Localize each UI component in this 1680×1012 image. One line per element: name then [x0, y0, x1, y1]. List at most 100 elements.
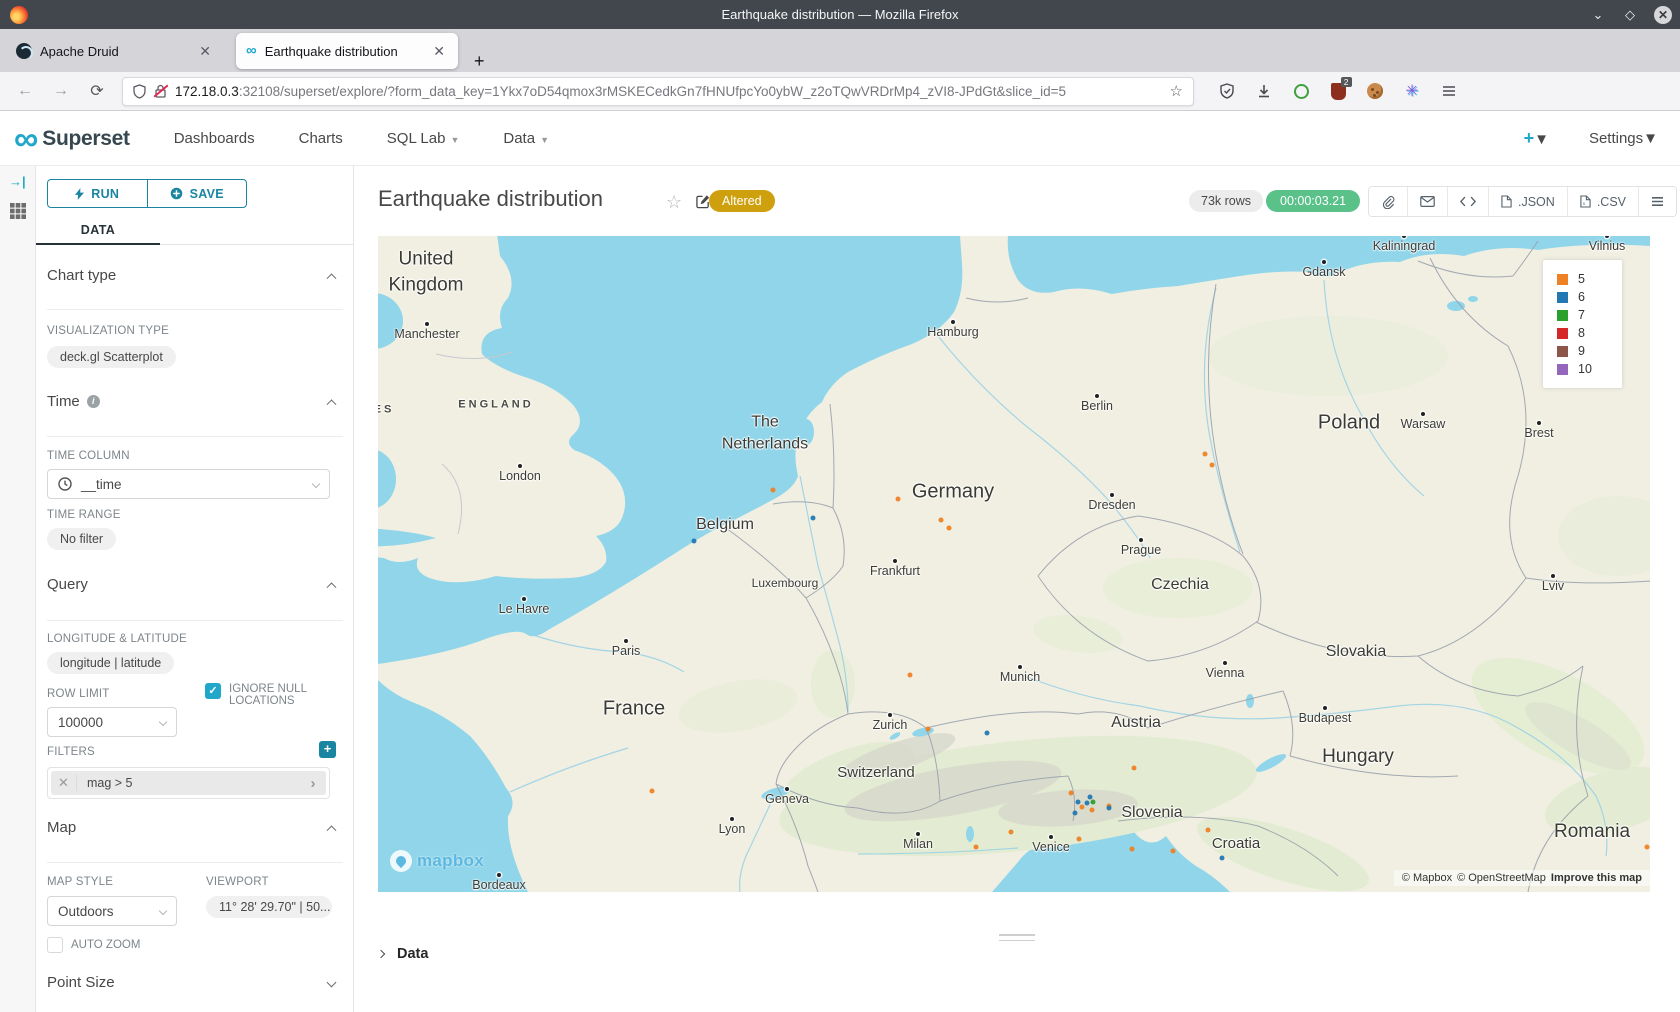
forward-icon[interactable]: → — [50, 82, 72, 100]
data-section-toggle[interactable]: Data — [378, 946, 428, 962]
add-filter-button[interactable]: + — [319, 741, 336, 758]
permalink-button[interactable] — [1369, 187, 1408, 216]
earthquake-point[interactable] — [974, 845, 979, 850]
window-minimize-icon[interactable]: ⌄ — [1590, 7, 1606, 23]
time-column-select[interactable]: __time — [47, 469, 330, 499]
earthquake-point[interactable] — [1091, 800, 1096, 805]
collapse-panel-icon[interactable]: →| — [9, 174, 26, 189]
earthquake-point[interactable] — [1085, 801, 1090, 806]
new-tab-button[interactable]: + — [468, 51, 491, 72]
earthquake-point[interactable] — [1130, 847, 1135, 852]
filter-chip[interactable]: ✕ mag > 5 › — [51, 771, 326, 795]
altered-badge[interactable]: Altered — [709, 190, 775, 212]
superset-logo[interactable]: ∞ Superset — [14, 124, 130, 154]
export-json-button[interactable]: .JSON — [1489, 187, 1568, 216]
earthquake-point[interactable] — [1107, 806, 1112, 811]
save-button[interactable]: SAVE — [147, 180, 247, 207]
filter-expand-icon[interactable]: › — [300, 775, 326, 792]
tab-close-icon[interactable]: ✕ — [196, 43, 214, 60]
earthquake-point[interactable] — [692, 539, 697, 544]
earthquake-point[interactable] — [1210, 463, 1215, 468]
earthquake-point[interactable] — [896, 497, 901, 502]
view-query-button[interactable] — [1448, 187, 1489, 216]
nav-settings[interactable]: Settings▼ — [1589, 130, 1658, 147]
extension-cookie-icon[interactable] — [1366, 82, 1384, 100]
attribution-osm-link[interactable]: © OpenStreetMap — [1457, 872, 1546, 884]
bookmark-star-icon[interactable]: ☆ — [1170, 82, 1183, 100]
favorite-star-icon[interactable]: ☆ — [666, 192, 682, 213]
earthquake-point[interactable] — [1073, 811, 1078, 816]
resize-handle[interactable] — [999, 934, 1035, 945]
deckgl-scatterplot-map[interactable]: United KingdomENGLANDESThe NetherlandsBe… — [378, 236, 1650, 892]
city-dot-icon — [1095, 394, 1099, 398]
earthquake-point[interactable] — [1077, 837, 1082, 842]
earthquake-point[interactable] — [985, 731, 990, 736]
map-style-select[interactable]: Outdoors — [47, 896, 177, 926]
attribution-mapbox-link[interactable]: © Mapbox — [1402, 872, 1452, 884]
menu-hamburger-icon[interactable] — [1440, 82, 1458, 100]
earthquake-point[interactable] — [908, 673, 913, 678]
row-limit-select[interactable]: 100000 — [47, 707, 177, 737]
section-map[interactable]: Map — [47, 819, 343, 836]
ignore-null-checkbox[interactable]: ✓ IGNORE NULL LOCATIONS — [205, 683, 335, 707]
earthquake-point[interactable] — [1206, 828, 1211, 833]
window-close-icon[interactable]: ✕ — [1654, 6, 1672, 24]
datasource-grid-icon[interactable] — [9, 202, 27, 220]
earthquake-point[interactable] — [939, 518, 944, 523]
earthquake-point[interactable] — [1076, 800, 1081, 805]
earthquake-point[interactable] — [1203, 452, 1208, 457]
earthquake-point[interactable] — [1220, 856, 1225, 861]
downloads-icon[interactable] — [1255, 82, 1273, 100]
file-csv-icon: x — [1580, 195, 1591, 208]
section-chart-type[interactable]: Chart type — [47, 267, 343, 284]
remove-filter-icon[interactable]: ✕ — [51, 775, 77, 791]
extension-ublock-icon[interactable]: 2 — [1329, 82, 1347, 100]
section-query[interactable]: Query — [47, 576, 343, 593]
earthquake-point[interactable] — [1132, 766, 1137, 771]
earthquake-point[interactable] — [650, 789, 655, 794]
viz-type-value[interactable]: deck.gl Scatterplot — [47, 346, 176, 368]
tab-close-icon[interactable]: ✕ — [430, 43, 448, 60]
chart-menu-button[interactable] — [1639, 187, 1676, 216]
nav-item-sql-lab[interactable]: SQL Lab▼ — [387, 130, 460, 147]
section-time[interactable]: Timei — [47, 393, 343, 410]
earthquake-point[interactable] — [1080, 805, 1085, 810]
time-range-value[interactable]: No filter — [47, 528, 116, 550]
nav-item-charts[interactable]: Charts — [299, 130, 343, 147]
earthquake-point[interactable] — [1009, 830, 1014, 835]
export-csv-button[interactable]: x .CSV — [1568, 187, 1639, 216]
viewport-value[interactable]: 11° 28' 29.70" | 50... — [206, 896, 332, 918]
tab-data[interactable]: DATA — [36, 216, 160, 245]
earthquake-point[interactable] — [811, 516, 816, 521]
auto-zoom-checkbox[interactable]: AUTO ZOOM — [47, 937, 140, 953]
earthquake-point[interactable] — [947, 526, 952, 531]
extension-ghostery-icon[interactable] — [1292, 82, 1310, 100]
earthquake-point[interactable] — [1090, 808, 1095, 813]
earthquake-point[interactable] — [1171, 849, 1176, 854]
earthquake-point[interactable] — [926, 727, 931, 732]
section-point-size[interactable]: Point Size — [47, 974, 343, 991]
lonlat-label: LONGITUDE & LATITUDE — [47, 633, 187, 645]
lonlat-value[interactable]: longitude | latitude — [47, 652, 174, 674]
nav-item-dashboards[interactable]: Dashboards — [174, 130, 255, 147]
tab-earthquake-distribution[interactable]: ∞ Earthquake distribution ✕ — [236, 33, 458, 69]
earthquake-point[interactable] — [1645, 845, 1650, 850]
tab-apache-druid[interactable]: Apache Druid ✕ — [6, 33, 224, 69]
mapbox-logo[interactable]: mapbox — [390, 850, 484, 872]
reload-icon[interactable]: ⟳ — [86, 81, 108, 101]
run-button[interactable]: RUN — [48, 180, 147, 207]
country-label: ENGLAND — [458, 398, 533, 413]
back-icon[interactable]: ← — [14, 82, 36, 100]
extension-multiaccount-icon[interactable]: ✳ — [1403, 82, 1421, 100]
url-bar[interactable]: 172.18.0.3 :32108/superset/explore/?form… — [122, 77, 1194, 106]
nav-item-data[interactable]: Data▼ — [503, 130, 549, 147]
pocket-shield-icon[interactable] — [1218, 82, 1236, 100]
email-button[interactable] — [1408, 187, 1448, 216]
tracking-shield-icon[interactable] — [133, 84, 146, 99]
nav-plus-button[interactable]: +▼ — [1524, 128, 1549, 149]
insecure-lock-icon[interactable] — [154, 84, 167, 99]
earthquake-point[interactable] — [1069, 791, 1074, 796]
attribution-improve-link[interactable]: Improve this map — [1551, 872, 1642, 884]
earthquake-point[interactable] — [771, 488, 776, 493]
window-maximize-icon[interactable]: ◇ — [1622, 7, 1638, 23]
